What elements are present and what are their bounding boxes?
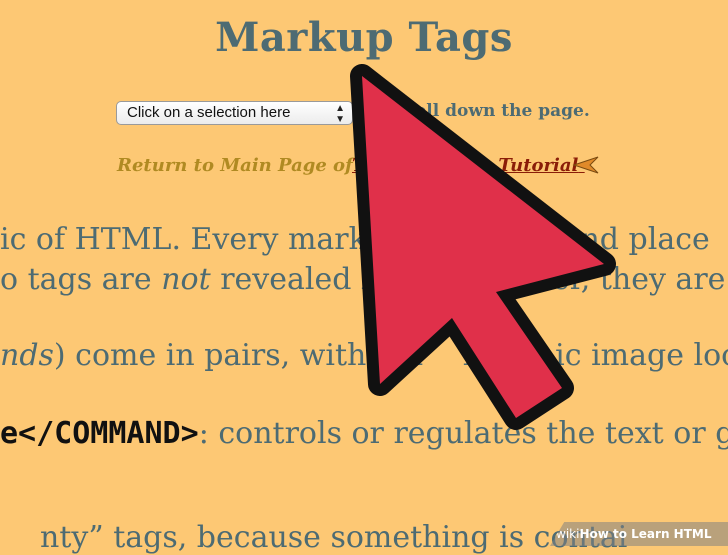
selection-dropdown[interactable]: Click on a selection here ▲ ▼ — [116, 101, 353, 125]
back-arrow-icon[interactable] — [572, 155, 600, 175]
return-main-page-link[interactable]: T Tutorial — [352, 155, 585, 176]
body-text: nty” tags, because something is contai — [40, 520, 628, 555]
dropdown-arrows-icon: ▲ ▼ — [335, 103, 345, 125]
body-line-2: o tags are not revealed by a ser, they ar… — [0, 262, 728, 297]
body-text: ) come in pairs, with tex — [53, 338, 423, 373]
return-prefix-text: Return to Main Page of — [117, 155, 353, 176]
selection-dropdown-value: Click on a selection here — [127, 104, 291, 121]
body-line-1: ic of HTML. Every marku mand place — [0, 222, 710, 257]
body-text: revealed by a — [210, 262, 425, 297]
scroll-hint-text: roll down the page. — [406, 101, 590, 121]
body-text: ic image loca — [555, 338, 728, 373]
body-text: ser, they are in — [536, 262, 728, 297]
body-text-italic: nds — [0, 338, 54, 373]
page-title: Markup Tags — [215, 14, 513, 61]
body-text: mand place — [534, 222, 710, 257]
return-link-start: T — [352, 155, 366, 176]
wikihow-watermark: wikiHow to Learn HTML — [550, 522, 728, 546]
body-text: r a g — [462, 338, 534, 373]
code-command-tag: e</COMMAND> — [0, 416, 199, 451]
watermark-title: How to Learn HTML — [579, 527, 712, 541]
body-line-4: e</COMMAND>: controls or regulates the t… — [0, 416, 728, 451]
body-text-italic: not — [161, 262, 211, 297]
body-line-3: nds) come in pairs, with tex r a g ic imag… — [0, 338, 728, 373]
body-text: o tags are — [0, 262, 162, 297]
body-text: ic of HTML. Every marku — [0, 222, 387, 257]
body-line-5: nty” tags, because something is contai — [40, 520, 627, 555]
body-text: : controls or regulates the text or gr — [198, 416, 728, 451]
return-link-end: Tutorial — [498, 155, 579, 176]
